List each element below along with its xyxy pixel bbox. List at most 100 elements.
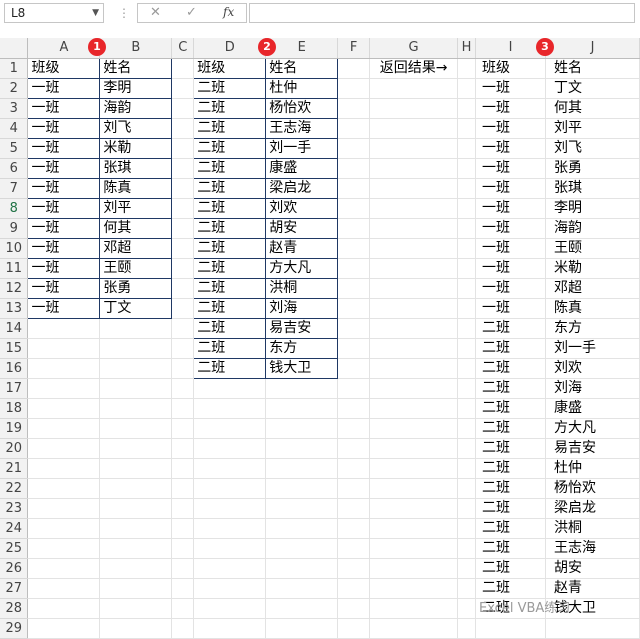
- cell-a27[interactable]: [27, 578, 101, 599]
- cell-b27[interactable]: [99, 578, 173, 599]
- cell-f16[interactable]: [337, 358, 371, 379]
- formula-input[interactable]: [249, 3, 635, 23]
- cell-d11[interactable]: 二班: [193, 257, 267, 279]
- column-header-g[interactable]: G: [369, 38, 459, 59]
- cell-c9[interactable]: [171, 218, 195, 239]
- cell-c3[interactable]: [171, 98, 195, 119]
- cell-c8[interactable]: [171, 198, 195, 219]
- cell-d24[interactable]: [193, 518, 267, 539]
- cell-c13[interactable]: [171, 298, 195, 319]
- cell-g1[interactable]: 返回结果→: [369, 58, 459, 79]
- cell-d21[interactable]: [193, 458, 267, 479]
- cell-j6[interactable]: 张勇: [545, 158, 640, 179]
- cell-d14[interactable]: 二班: [193, 317, 267, 339]
- cell-f28[interactable]: [337, 598, 371, 619]
- cell-j9[interactable]: 海韵: [545, 218, 640, 239]
- cell-i12[interactable]: 一班: [475, 278, 546, 299]
- cell-j4[interactable]: 刘平: [545, 118, 640, 139]
- cell-d4[interactable]: 二班: [193, 117, 267, 139]
- cell-f7[interactable]: [337, 178, 371, 199]
- cell-b20[interactable]: [99, 438, 173, 459]
- cell-d16[interactable]: 二班: [193, 357, 267, 379]
- cell-c28[interactable]: [171, 598, 195, 619]
- cell-e20[interactable]: [265, 438, 339, 459]
- cell-c1[interactable]: [171, 58, 195, 79]
- cell-a29[interactable]: [27, 618, 101, 639]
- cell-g14[interactable]: [369, 318, 459, 339]
- cell-e9[interactable]: 胡安: [265, 217, 339, 239]
- row-header[interactable]: 17: [0, 378, 29, 399]
- cell-j26[interactable]: 胡安: [545, 558, 640, 579]
- cell-a22[interactable]: [27, 478, 101, 499]
- row-header[interactable]: 26: [0, 558, 29, 579]
- cell-i16[interactable]: 二班: [475, 358, 546, 379]
- cell-b24[interactable]: [99, 518, 173, 539]
- cell-d3[interactable]: 二班: [193, 97, 267, 119]
- cell-h29[interactable]: [457, 618, 477, 639]
- cell-h13[interactable]: [457, 298, 477, 319]
- cell-i5[interactable]: 一班: [475, 138, 546, 159]
- cell-e29[interactable]: [265, 618, 339, 639]
- cell-j14[interactable]: 东方: [545, 318, 640, 339]
- cell-a16[interactable]: [27, 358, 101, 379]
- cell-j11[interactable]: 米勒: [545, 258, 640, 279]
- cell-b6[interactable]: 张琪: [99, 157, 173, 179]
- row-header[interactable]: 28: [0, 598, 29, 619]
- cell-h19[interactable]: [457, 418, 477, 439]
- cell-i25[interactable]: 二班: [475, 538, 546, 559]
- cell-i23[interactable]: 二班: [475, 498, 546, 519]
- cell-h20[interactable]: [457, 438, 477, 459]
- cell-b28[interactable]: [99, 598, 173, 619]
- cell-g6[interactable]: [369, 158, 459, 179]
- cell-f6[interactable]: [337, 158, 371, 179]
- cell-d26[interactable]: [193, 558, 267, 579]
- row-header[interactable]: 8: [0, 198, 29, 219]
- column-header-e[interactable]: E: [265, 38, 339, 59]
- cell-e19[interactable]: [265, 418, 339, 439]
- cell-i2[interactable]: 一班: [475, 78, 546, 99]
- cell-h23[interactable]: [457, 498, 477, 519]
- cell-b29[interactable]: [99, 618, 173, 639]
- cell-g21[interactable]: [369, 458, 459, 479]
- cell-j16[interactable]: 刘欢: [545, 358, 640, 379]
- cell-f24[interactable]: [337, 518, 371, 539]
- cell-f15[interactable]: [337, 338, 371, 359]
- cell-g29[interactable]: [369, 618, 459, 639]
- cell-c26[interactable]: [171, 558, 195, 579]
- cell-j3[interactable]: 何其: [545, 98, 640, 119]
- cell-a2[interactable]: 一班: [27, 77, 101, 99]
- cell-j25[interactable]: 王志海: [545, 538, 640, 559]
- row-header[interactable]: 10: [0, 238, 29, 259]
- cell-c4[interactable]: [171, 118, 195, 139]
- name-box[interactable]: L8 ▼: [4, 3, 104, 23]
- cell-b16[interactable]: [99, 358, 173, 379]
- cell-f23[interactable]: [337, 498, 371, 519]
- cell-j22[interactable]: 杨怡欢: [545, 478, 640, 499]
- cell-h14[interactable]: [457, 318, 477, 339]
- cell-c17[interactable]: [171, 378, 195, 399]
- cell-f2[interactable]: [337, 78, 371, 99]
- cell-j7[interactable]: 张琪: [545, 178, 640, 199]
- cell-a11[interactable]: 一班: [27, 257, 101, 279]
- cell-j18[interactable]: 康盛: [545, 398, 640, 419]
- cell-i24[interactable]: 二班: [475, 518, 546, 539]
- cell-j5[interactable]: 刘飞: [545, 138, 640, 159]
- cell-g4[interactable]: [369, 118, 459, 139]
- cell-d9[interactable]: 二班: [193, 217, 267, 239]
- row-header[interactable]: 25: [0, 538, 29, 559]
- cell-h28[interactable]: [457, 598, 477, 619]
- cell-a6[interactable]: 一班: [27, 157, 101, 179]
- cell-e22[interactable]: [265, 478, 339, 499]
- cell-g3[interactable]: [369, 98, 459, 119]
- row-header[interactable]: 1: [0, 58, 29, 79]
- cell-d13[interactable]: 二班: [193, 297, 267, 319]
- cell-i22[interactable]: 二班: [475, 478, 546, 499]
- cell-c11[interactable]: [171, 258, 195, 279]
- row-header[interactable]: 27: [0, 578, 29, 599]
- cell-i9[interactable]: 一班: [475, 218, 546, 239]
- column-header-f[interactable]: F: [337, 38, 371, 59]
- cell-i13[interactable]: 一班: [475, 298, 546, 319]
- cell-b17[interactable]: [99, 378, 173, 399]
- cell-b13[interactable]: 丁文: [99, 297, 173, 319]
- cell-a14[interactable]: [27, 318, 101, 339]
